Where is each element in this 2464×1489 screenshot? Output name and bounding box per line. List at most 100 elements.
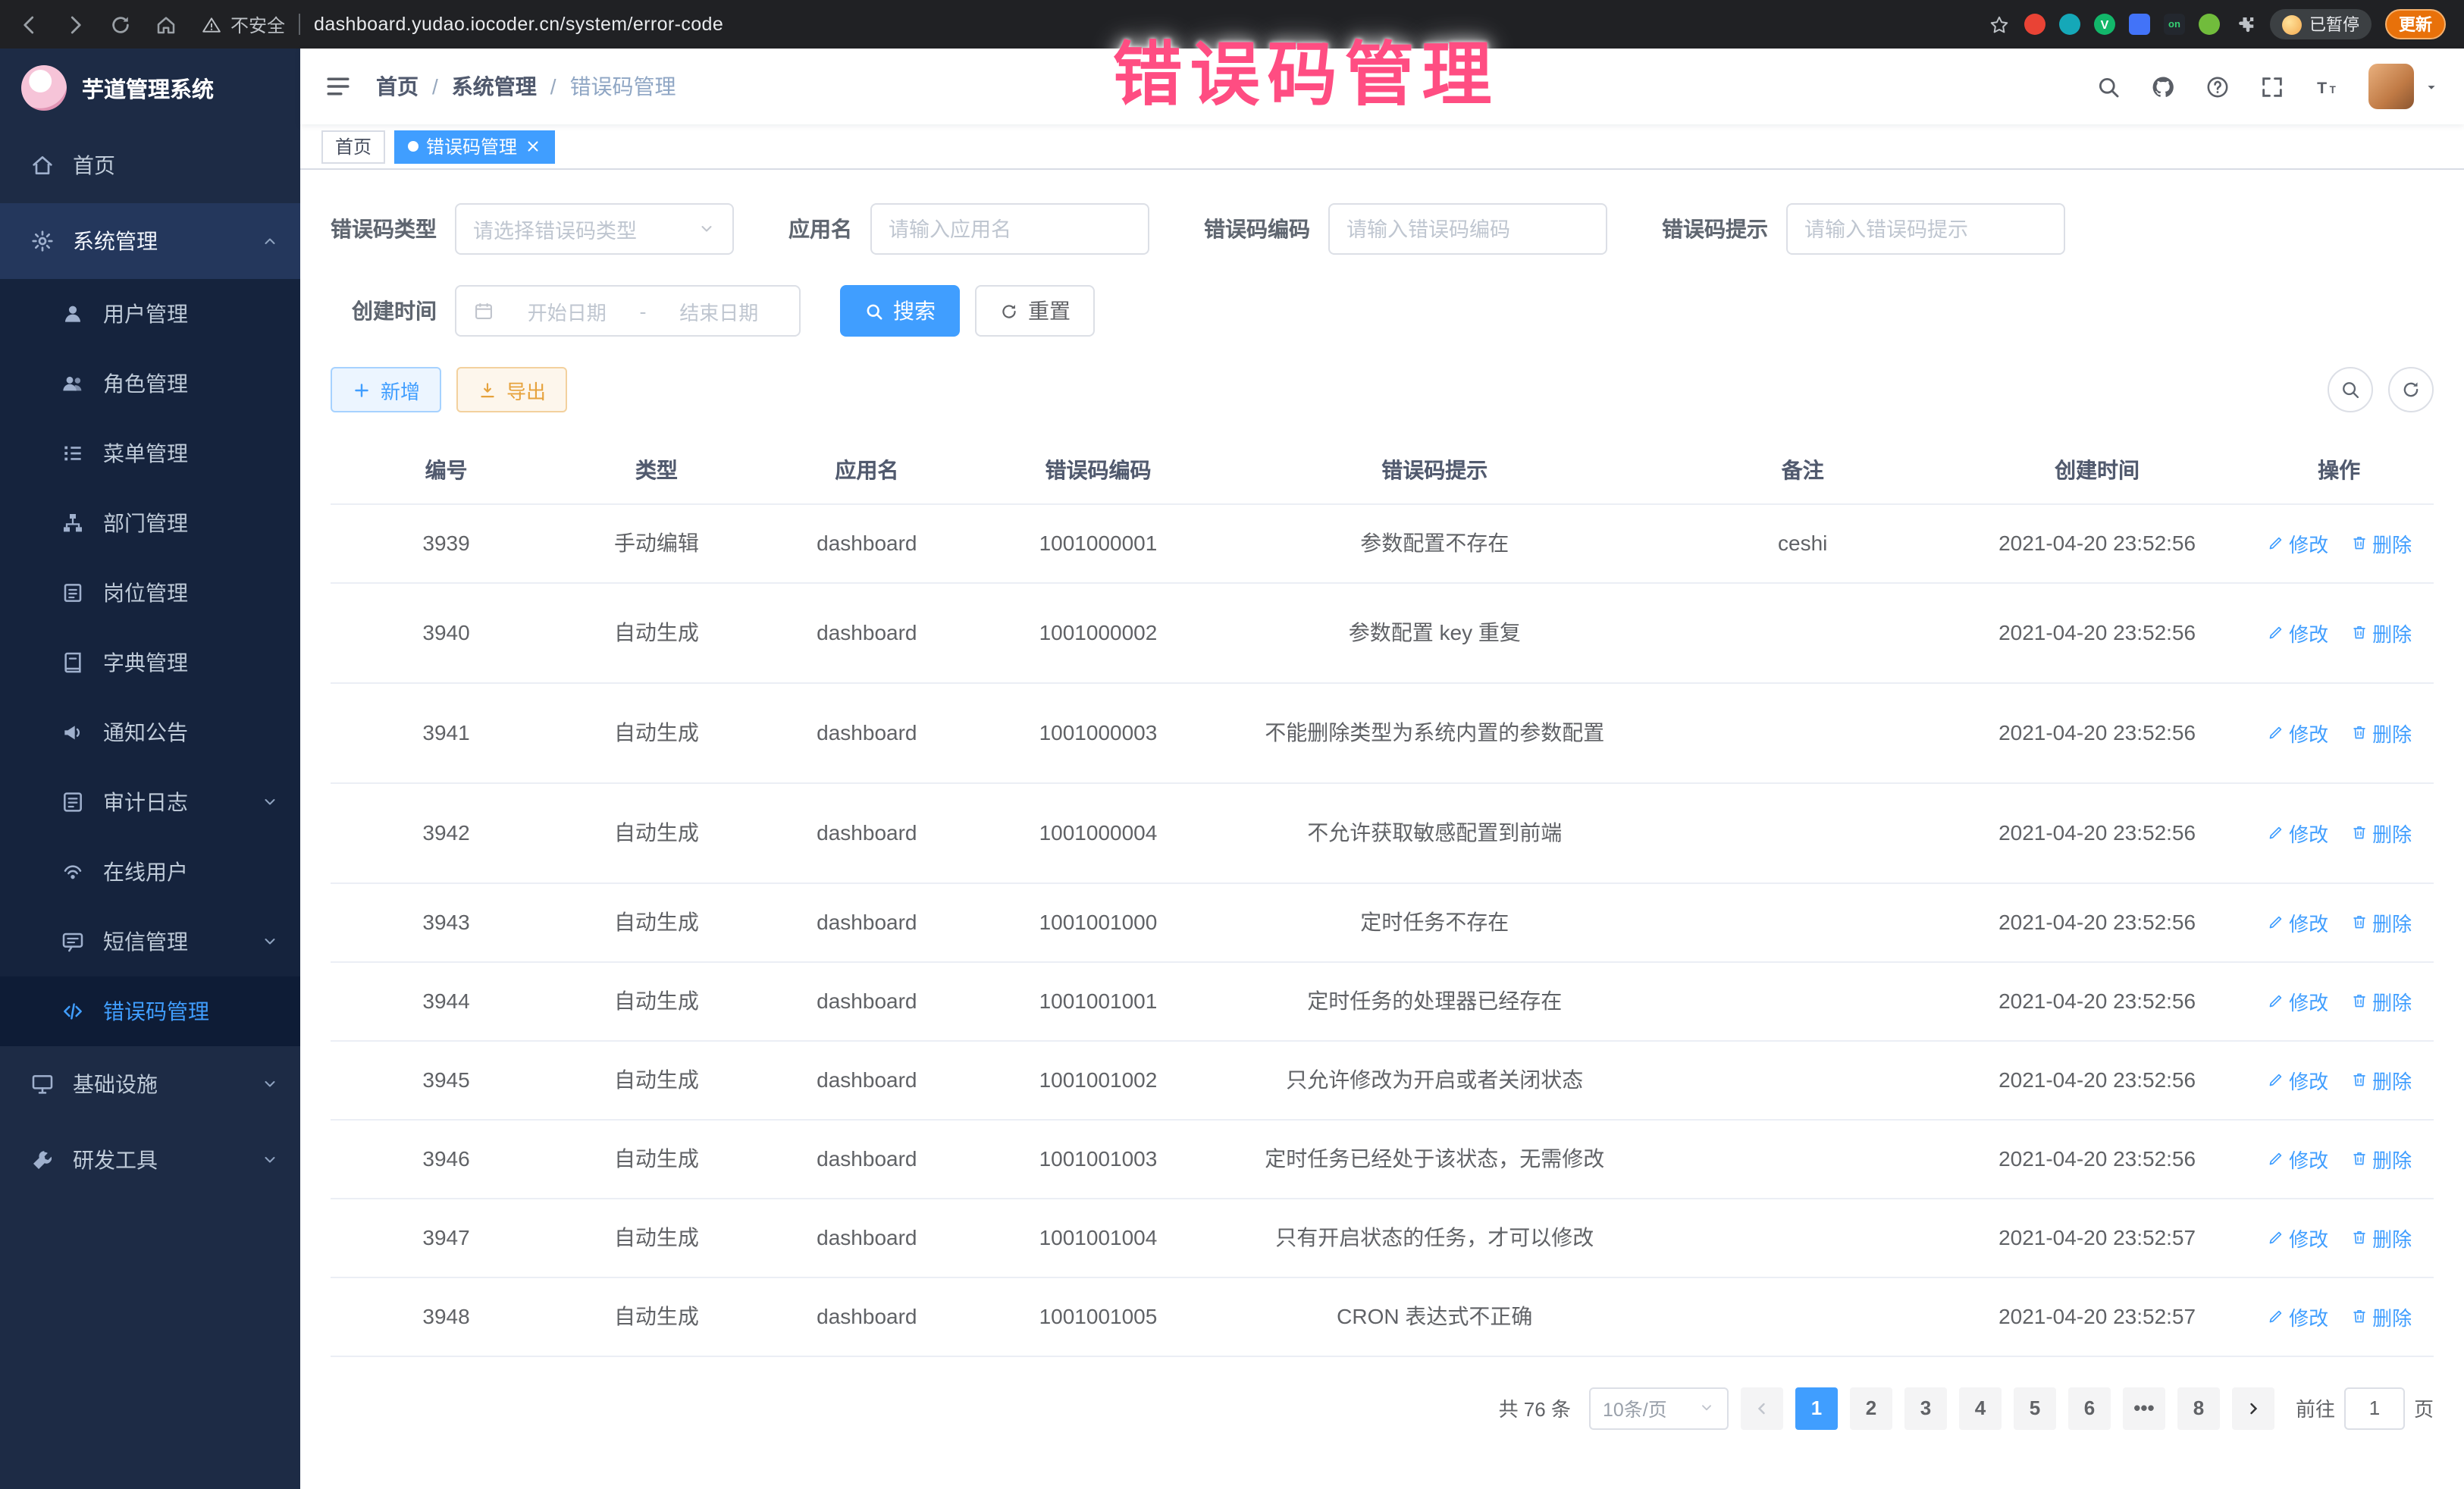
error-type-select[interactable]: 请选择错误码类型 [455, 203, 734, 255]
page-button-2[interactable]: 2 [1850, 1387, 1892, 1429]
fullscreen-icon[interactable] [2259, 74, 2285, 99]
delete-link[interactable]: 删除 [2350, 986, 2412, 1015]
search-button[interactable]: 搜索 [840, 285, 960, 337]
next-page-button[interactable] [2232, 1387, 2274, 1429]
delete-link[interactable]: 删除 [2350, 528, 2412, 557]
cell-time: 2021-04-20 23:52:56 [1950, 582, 2244, 682]
extension-icon[interactable] [2059, 14, 2080, 35]
reset-button[interactable]: 重置 [975, 285, 1095, 337]
close-icon[interactable] [525, 138, 541, 155]
edit-icon [2266, 823, 2284, 842]
edit-link[interactable]: 修改 [2266, 1144, 2328, 1173]
page-button-1[interactable]: 1 [1795, 1387, 1838, 1429]
table-row: 3942自动生成dashboard1001000004不允许获取敏感配置到前端2… [331, 782, 2434, 882]
prev-page-button[interactable] [1741, 1387, 1783, 1429]
error-code-input[interactable] [1346, 218, 1589, 240]
edit-link[interactable]: 修改 [2266, 528, 2328, 557]
sidebar-item-infra[interactable]: 基础设施 [0, 1046, 300, 1122]
extensions-puzzle-icon[interactable] [2234, 13, 2256, 36]
extension-icon[interactable]: V [2094, 14, 2115, 35]
user-menu[interactable] [2368, 64, 2440, 109]
sidebar-item-post[interactable]: 岗位管理 [0, 558, 300, 628]
update-button[interactable]: 更新 [2385, 9, 2446, 39]
edit-link[interactable]: 修改 [2266, 908, 2328, 936]
github-icon[interactable] [2150, 74, 2176, 99]
sidebar-item-sms[interactable]: 短信管理 [0, 907, 300, 976]
tab-home[interactable]: 首页 [321, 130, 385, 163]
page-button-6[interactable]: 6 [2068, 1387, 2111, 1429]
extension-icon[interactable] [2129, 14, 2150, 35]
logo[interactable]: 芋道管理系统 [0, 49, 300, 127]
filter-error-type: 错误码类型 请选择错误码类型 [331, 203, 734, 255]
hamburger-icon[interactable] [324, 73, 352, 100]
column-header: 备注 [1656, 437, 1950, 503]
edit-link[interactable]: 修改 [2266, 1302, 2328, 1331]
site-security-button[interactable]: 不安全 [202, 11, 285, 37]
forward-icon[interactable] [64, 13, 86, 36]
tool-icon [30, 1148, 55, 1172]
breadcrumb-item[interactable]: 首页 [376, 71, 419, 102]
refresh-icon [999, 301, 1019, 321]
paused-badge[interactable]: 已暂停 [2270, 9, 2372, 39]
delete-link[interactable]: 删除 [2350, 1065, 2412, 1094]
delete-link[interactable]: 删除 [2350, 1223, 2412, 1252]
sidebar-item-role[interactable]: 角色管理 [0, 349, 300, 418]
add-button[interactable]: 新增 [331, 367, 441, 412]
delete-link[interactable]: 删除 [2350, 818, 2412, 847]
extension-icon[interactable]: on [2164, 14, 2185, 35]
delete-link[interactable]: 删除 [2350, 908, 2412, 936]
delete-link[interactable]: 删除 [2350, 1144, 2412, 1173]
app-name-input[interactable] [889, 218, 1131, 240]
breadcrumb-item[interactable]: 系统管理 [452, 71, 537, 102]
sidebar-item-audit-log[interactable]: 审计日志 [0, 767, 300, 837]
sidebar-item-error-code[interactable]: 错误码管理 [0, 976, 300, 1046]
reload-icon[interactable] [109, 13, 132, 36]
edit-link[interactable]: 修改 [2266, 1065, 2328, 1094]
refresh-table-button[interactable] [2388, 367, 2434, 412]
start-date-placeholder: 开始日期 [503, 296, 631, 325]
bookmark-star-icon[interactable] [1988, 13, 2011, 36]
font-size-icon[interactable]: TT [2314, 74, 2340, 99]
sidebar-item-user[interactable]: 用户管理 [0, 279, 300, 349]
sidebar-item-home[interactable]: 首页 [0, 127, 300, 203]
page-size-select[interactable]: 10条/页 [1589, 1387, 1729, 1429]
export-button[interactable]: 导出 [456, 367, 567, 412]
sidebar-item-notice[interactable]: 通知公告 [0, 697, 300, 767]
sidebar-item-dept[interactable]: 部门管理 [0, 488, 300, 558]
extension-icon[interactable] [2199, 14, 2220, 35]
error-hint-input[interactable] [1804, 218, 2047, 240]
search-icon[interactable] [2096, 74, 2121, 99]
page-button-8[interactable]: 8 [2177, 1387, 2220, 1429]
app-title: 芋道管理系统 [82, 72, 214, 104]
cell-actions: 修改删除 [2244, 1040, 2434, 1119]
goto-page-input[interactable] [2344, 1387, 2405, 1429]
browser-home-icon[interactable] [155, 13, 177, 36]
cell-memo [1656, 1119, 1950, 1198]
delete-link[interactable]: 删除 [2350, 618, 2412, 647]
sidebar-item-online-user[interactable]: 在线用户 [0, 837, 300, 907]
chevrondown-icon [261, 1075, 279, 1093]
url-text[interactable]: dashboard.yudao.iocoder.cn/system/error-… [314, 14, 723, 35]
back-icon[interactable] [18, 13, 41, 36]
sidebar-item-dict[interactable]: 字典管理 [0, 628, 300, 697]
sidebar-item-devtool[interactable]: 研发工具 [0, 1122, 300, 1198]
edit-link[interactable]: 修改 [2266, 618, 2328, 647]
edit-link[interactable]: 修改 [2266, 718, 2328, 747]
sidebar-item-menu[interactable]: 菜单管理 [0, 418, 300, 488]
delete-link[interactable]: 删除 [2350, 718, 2412, 747]
page-button-4[interactable]: 4 [1959, 1387, 2002, 1429]
edit-link[interactable]: 修改 [2266, 1223, 2328, 1252]
sidebar-item-system[interactable]: 系统管理 [0, 203, 300, 279]
edit-link[interactable]: 修改 [2266, 986, 2328, 1015]
toggle-search-button[interactable] [2328, 367, 2373, 412]
delete-link[interactable]: 删除 [2350, 1302, 2412, 1331]
edit-link[interactable]: 修改 [2266, 818, 2328, 847]
date-range-picker[interactable]: 开始日期 - 结束日期 [455, 285, 801, 337]
page-button-3[interactable]: 3 [1904, 1387, 1947, 1429]
page-button-5[interactable]: 5 [2014, 1387, 2056, 1429]
more-pages-button[interactable]: ••• [2123, 1387, 2165, 1429]
refresh-icon [2400, 379, 2422, 400]
help-icon[interactable] [2205, 74, 2230, 99]
tab-error-code[interactable]: 错误码管理 [394, 130, 555, 163]
extension-icon[interactable] [2024, 14, 2045, 35]
